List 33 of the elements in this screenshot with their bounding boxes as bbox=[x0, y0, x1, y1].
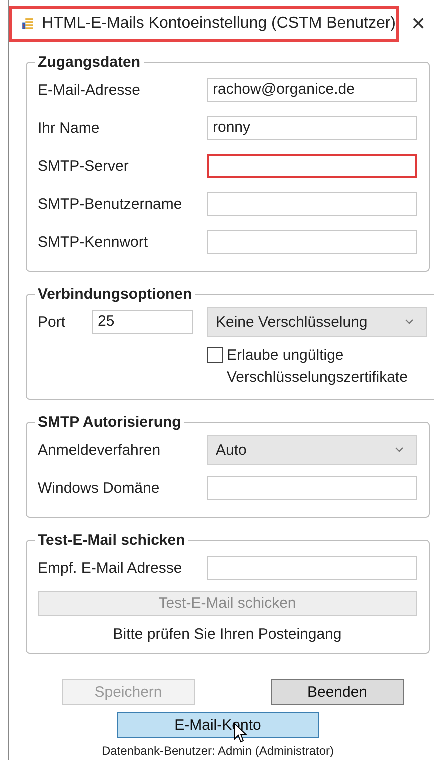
field-label: Windows Domäne bbox=[38, 480, 161, 496]
hint-text: Bitte prüfen Sie Ihren Posteingang bbox=[112, 625, 343, 643]
group-title: Test-E-Mail schicken bbox=[37, 532, 186, 549]
field-label: SMTP-Server bbox=[38, 158, 130, 174]
field-label: SMTP-Kennwort bbox=[38, 234, 150, 250]
input-field[interactable] bbox=[207, 556, 417, 580]
input-field[interactable] bbox=[207, 230, 417, 254]
checkbox[interactable] bbox=[207, 347, 223, 363]
dropdown[interactable]: Auto bbox=[207, 435, 417, 465]
field-label: E-Mail-Adresse bbox=[38, 82, 142, 98]
chevron-down-icon bbox=[405, 319, 414, 325]
checkbox-label: Erlaube ungültige Verschlüsselungszertifikate bbox=[227, 346, 409, 388]
group-title: Verbindungsoptionen bbox=[37, 286, 194, 303]
window-title: HTML-E-Mails Kontoeinstellung (CSTM Benutzer) bbox=[42, 15, 396, 33]
dialog-button[interactable]: Beenden bbox=[271, 679, 404, 705]
field-label: Port bbox=[38, 314, 67, 330]
group-title: SMTP Autorisierung bbox=[37, 414, 182, 431]
input-field[interactable] bbox=[207, 192, 417, 216]
field-label: Anmeldeverfahren bbox=[38, 442, 162, 458]
status-text: Datenbank-Benutzer: Admin (Administrator) bbox=[100, 743, 336, 758]
input-field[interactable]: rachow@organice.de bbox=[207, 78, 417, 102]
chevron-down-icon bbox=[395, 447, 404, 453]
email-account-button[interactable]: E-Mail-Konto bbox=[117, 712, 319, 738]
field-label: SMTP-Benutzername bbox=[38, 196, 184, 212]
dropdown[interactable]: Keine Verschlüsselung bbox=[207, 307, 427, 337]
close-button[interactable]: ✕ bbox=[407, 14, 430, 34]
group-title: Zugangsdaten bbox=[37, 54, 142, 71]
field-label: Ihr Name bbox=[38, 120, 101, 136]
input-field[interactable]: 25 bbox=[92, 310, 193, 334]
input-field[interactable] bbox=[207, 476, 417, 500]
input-field[interactable]: ronny bbox=[207, 116, 417, 140]
field-label: Empf. E-Mail Adresse bbox=[38, 560, 184, 576]
input-field[interactable] bbox=[207, 154, 417, 178]
